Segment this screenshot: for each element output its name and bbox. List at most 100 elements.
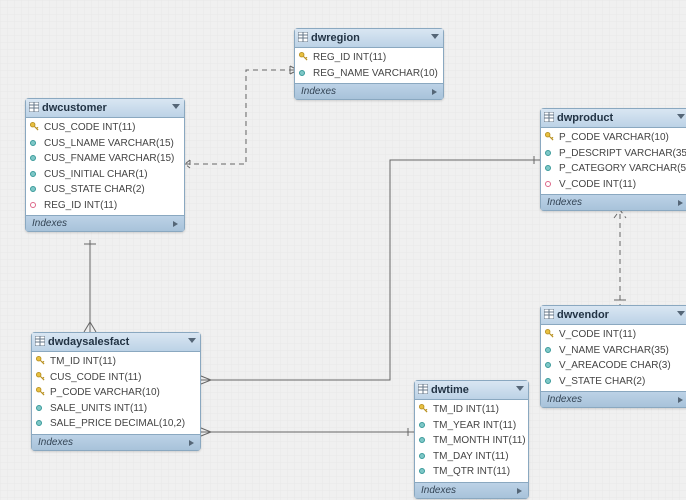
indexes-label: Indexes <box>547 197 582 208</box>
key-icon <box>36 372 45 381</box>
entity-dwregion[interactable]: dwregion REG_ID INT(11) REG_NAME VARCHAR… <box>294 28 444 100</box>
indexes-label: Indexes <box>547 394 582 405</box>
column-attr: V_AREACODE CHAR(3) <box>541 358 686 374</box>
column-attr: TM_QTR INT(11) <box>415 464 528 480</box>
diamond-icon <box>30 155 36 161</box>
key-icon <box>545 132 554 141</box>
chevron-down-icon[interactable] <box>516 386 524 391</box>
entity-title: dwtime <box>431 384 469 396</box>
entity-dwvendor[interactable]: dwvendor V_CODE INT(11) V_NAME VARCHAR(3… <box>540 305 686 408</box>
key-icon <box>30 122 39 131</box>
diamond-icon <box>545 150 551 156</box>
entity-title: dwregion <box>311 32 360 44</box>
entity-columns: V_CODE INT(11) V_NAME VARCHAR(35) V_AREA… <box>541 325 686 391</box>
column-attr: TM_MONTH INT(11) <box>415 433 528 449</box>
diamond-icon <box>36 420 42 426</box>
indexes-label: Indexes <box>38 437 73 448</box>
chevron-right-icon[interactable] <box>678 397 683 403</box>
chevron-down-icon[interactable] <box>188 338 196 343</box>
column-attr: CUS_INITIAL CHAR(1) <box>26 167 184 183</box>
column-attr: V_STATE CHAR(2) <box>541 374 686 390</box>
entity-title: dwdaysalesfact <box>48 336 129 348</box>
table-icon <box>298 32 308 42</box>
column-attr: CUS_STATE CHAR(2) <box>26 182 184 198</box>
column-attr: TM_YEAR INT(11) <box>415 418 528 434</box>
entity-header[interactable]: dwvendor <box>541 306 686 325</box>
key-icon <box>36 387 45 396</box>
entity-dwtime[interactable]: dwtime TM_ID INT(11) TM_YEAR INT(11) TM_… <box>414 380 529 499</box>
diamond-icon <box>545 347 551 353</box>
column-pk: P_CODE VARCHAR(10) <box>32 385 200 401</box>
entity-footer[interactable]: Indexes <box>541 391 686 407</box>
chevron-down-icon[interactable] <box>431 34 439 39</box>
entity-header[interactable]: dwregion <box>295 29 443 48</box>
diamond-icon <box>419 453 425 459</box>
chevron-down-icon[interactable] <box>677 114 685 119</box>
entity-dwcustomer[interactable]: dwcustomer CUS_CODE INT(11) CUS_LNAME VA… <box>25 98 185 232</box>
diamond-icon <box>545 378 551 384</box>
table-icon <box>418 384 428 394</box>
column-attr: CUS_FNAME VARCHAR(15) <box>26 151 184 167</box>
diamond-icon <box>419 437 425 443</box>
key-icon <box>299 52 308 61</box>
column-pk: CUS_CODE INT(11) <box>32 370 200 386</box>
entity-header[interactable]: dwproduct <box>541 109 686 128</box>
column-pk: P_CODE VARCHAR(10) <box>541 130 686 146</box>
diamond-icon <box>545 165 551 171</box>
column-pk: CUS_CODE INT(11) <box>26 120 184 136</box>
entity-footer[interactable]: Indexes <box>32 434 200 450</box>
table-icon <box>544 309 554 319</box>
entity-columns: P_CODE VARCHAR(10) P_DESCRIPT VARCHAR(35… <box>541 128 686 194</box>
column-attr: CUS_LNAME VARCHAR(15) <box>26 136 184 152</box>
entity-dwproduct[interactable]: dwproduct P_CODE VARCHAR(10) P_DESCRIPT … <box>540 108 686 211</box>
entity-footer[interactable]: Indexes <box>26 215 184 231</box>
column-pk: TM_ID INT(11) <box>415 402 528 418</box>
column-pk: REG_ID INT(11) <box>295 50 443 66</box>
entity-title: dwproduct <box>557 112 613 124</box>
diamond-icon <box>30 171 36 177</box>
chevron-right-icon[interactable] <box>432 89 437 95</box>
column-attr: REG_NAME VARCHAR(10) <box>295 66 443 82</box>
column-attr: V_NAME VARCHAR(35) <box>541 343 686 359</box>
column-pk: TM_ID INT(11) <box>32 354 200 370</box>
entity-columns: TM_ID INT(11) TM_YEAR INT(11) TM_MONTH I… <box>415 400 528 482</box>
entity-footer[interactable]: Indexes <box>541 194 686 210</box>
fk-icon <box>545 181 551 187</box>
column-attr: TM_DAY INT(11) <box>415 449 528 465</box>
column-attr: SALE_UNITS INT(11) <box>32 401 200 417</box>
table-icon <box>29 102 39 112</box>
chevron-right-icon[interactable] <box>678 200 683 206</box>
diamond-icon <box>419 468 425 474</box>
indexes-label: Indexes <box>301 86 336 97</box>
diamond-icon <box>299 70 305 76</box>
column-attr: P_DESCRIPT VARCHAR(35) <box>541 146 686 162</box>
indexes-label: Indexes <box>421 485 456 496</box>
chevron-right-icon[interactable] <box>517 488 522 494</box>
entity-footer[interactable]: Indexes <box>415 482 528 498</box>
key-icon <box>419 404 428 413</box>
entity-title: dwcustomer <box>42 102 107 114</box>
column-fk: V_CODE INT(11) <box>541 177 686 193</box>
entity-title: dwvendor <box>557 309 609 321</box>
chevron-down-icon[interactable] <box>677 311 685 316</box>
entity-dwdaysalesfact[interactable]: dwdaysalesfact TM_ID INT(11) CUS_CODE IN… <box>31 332 201 451</box>
entity-header[interactable]: dwcustomer <box>26 99 184 118</box>
diamond-icon <box>36 405 42 411</box>
diamond-icon <box>545 362 551 368</box>
column-attr: P_CATEGORY VARCHAR(5) <box>541 161 686 177</box>
key-icon <box>545 329 554 338</box>
entity-columns: REG_ID INT(11) REG_NAME VARCHAR(10) <box>295 48 443 83</box>
diamond-icon <box>30 186 36 192</box>
indexes-label: Indexes <box>32 218 67 229</box>
key-icon <box>36 356 45 365</box>
entity-columns: CUS_CODE INT(11) CUS_LNAME VARCHAR(15) C… <box>26 118 184 215</box>
chevron-right-icon[interactable] <box>189 440 194 446</box>
chevron-down-icon[interactable] <box>172 104 180 109</box>
entity-header[interactable]: dwdaysalesfact <box>32 333 200 352</box>
entity-header[interactable]: dwtime <box>415 381 528 400</box>
chevron-right-icon[interactable] <box>173 221 178 227</box>
entity-columns: TM_ID INT(11) CUS_CODE INT(11) P_CODE VA… <box>32 352 200 434</box>
diamond-icon <box>30 140 36 146</box>
entity-footer[interactable]: Indexes <box>295 83 443 99</box>
diamond-icon <box>419 422 425 428</box>
